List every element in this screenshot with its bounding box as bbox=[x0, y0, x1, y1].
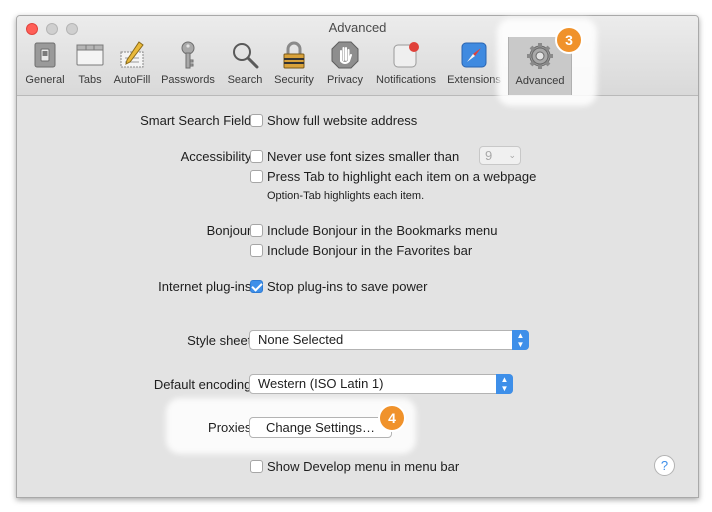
chevron-down-icon: ⌄ bbox=[508, 150, 516, 160]
tab-highlight-checkbox[interactable] bbox=[250, 170, 263, 183]
bonjour-favorites-text: Include Bonjour in the Favorites bar bbox=[267, 243, 473, 258]
min-font-size-text: Never use font sizes smaller than bbox=[267, 149, 460, 164]
bonjour-favorites-checkbox[interactable] bbox=[250, 244, 263, 257]
bonjour-label: Bonjour: bbox=[206, 223, 255, 238]
compass-icon bbox=[461, 42, 487, 68]
develop-menu-checkbox[interactable] bbox=[250, 460, 263, 473]
default-encoding-value: Western (ISO Latin 1) bbox=[258, 376, 384, 391]
proxies-label: Proxies: bbox=[208, 420, 255, 435]
bonjour-bookmarks-text: Include Bonjour in the Bookmarks menu bbox=[267, 223, 498, 238]
tab-extensions[interactable]: Extensions bbox=[443, 36, 505, 94]
tabs-icon bbox=[76, 44, 104, 66]
accessibility-label: Accessibility: bbox=[180, 149, 255, 164]
default-encoding-select[interactable]: Western (ISO Latin 1) ▲ ▼ bbox=[249, 374, 513, 394]
tab-notifications[interactable]: Notifications bbox=[371, 36, 441, 94]
plugins-label: Internet plug-ins: bbox=[158, 279, 255, 294]
bonjour-bookmarks-checkbox[interactable] bbox=[250, 224, 263, 237]
tab-autofill[interactable]: AutoFill bbox=[111, 36, 153, 94]
smart-search-label: Smart Search Field: bbox=[140, 113, 255, 128]
updown-chevron-icon: ▲ ▼ bbox=[512, 330, 529, 350]
switch-icon bbox=[34, 42, 56, 68]
develop-menu-text: Show Develop menu in menu bar bbox=[267, 459, 460, 474]
style-sheet-value: None Selected bbox=[258, 332, 344, 347]
default-encoding-label: Default encoding: bbox=[153, 377, 255, 392]
tab-security[interactable]: Security bbox=[269, 36, 319, 94]
stop-plugins-checkbox[interactable] bbox=[250, 280, 263, 293]
pencil-form-icon bbox=[120, 41, 144, 68]
key-icon bbox=[181, 41, 195, 69]
tab-tabs[interactable]: Tabs bbox=[71, 36, 109, 94]
padlock-icon bbox=[283, 41, 305, 69]
show-full-address-checkbox[interactable] bbox=[250, 114, 263, 127]
min-font-size-checkbox[interactable] bbox=[250, 150, 263, 163]
style-sheet-label: Style sheet: bbox=[187, 333, 255, 348]
step-3-badge: 3 bbox=[555, 26, 583, 54]
min-font-size-select[interactable]: 9 ⌄ bbox=[479, 146, 521, 165]
tab-general[interactable]: General bbox=[21, 36, 69, 94]
change-settings-button[interactable]: Change Settings… bbox=[249, 417, 392, 438]
notification-icon bbox=[393, 42, 419, 68]
show-full-address-text: Show full website address bbox=[267, 113, 418, 128]
step-4-badge: 4 bbox=[378, 404, 406, 432]
tab-passwords[interactable]: Passwords bbox=[157, 36, 219, 94]
tab-privacy[interactable]: Privacy bbox=[321, 36, 369, 94]
gear-icon bbox=[527, 43, 553, 69]
help-button[interactable]: ? bbox=[654, 455, 675, 476]
tab-highlight-text: Press Tab to highlight each item on a we… bbox=[267, 169, 537, 184]
tab-search[interactable]: Search bbox=[223, 36, 267, 94]
hand-icon bbox=[331, 41, 359, 69]
min-font-size-value: 9 bbox=[485, 148, 493, 163]
updown-chevron-icon: ▲ ▼ bbox=[496, 374, 513, 394]
stop-plugins-text: Stop plug-ins to save power bbox=[267, 279, 428, 294]
style-sheet-select[interactable]: None Selected ▲ ▼ bbox=[249, 330, 529, 350]
magnifier-icon bbox=[233, 43, 259, 69]
option-tab-note: Option-Tab highlights each item. bbox=[267, 190, 425, 202]
